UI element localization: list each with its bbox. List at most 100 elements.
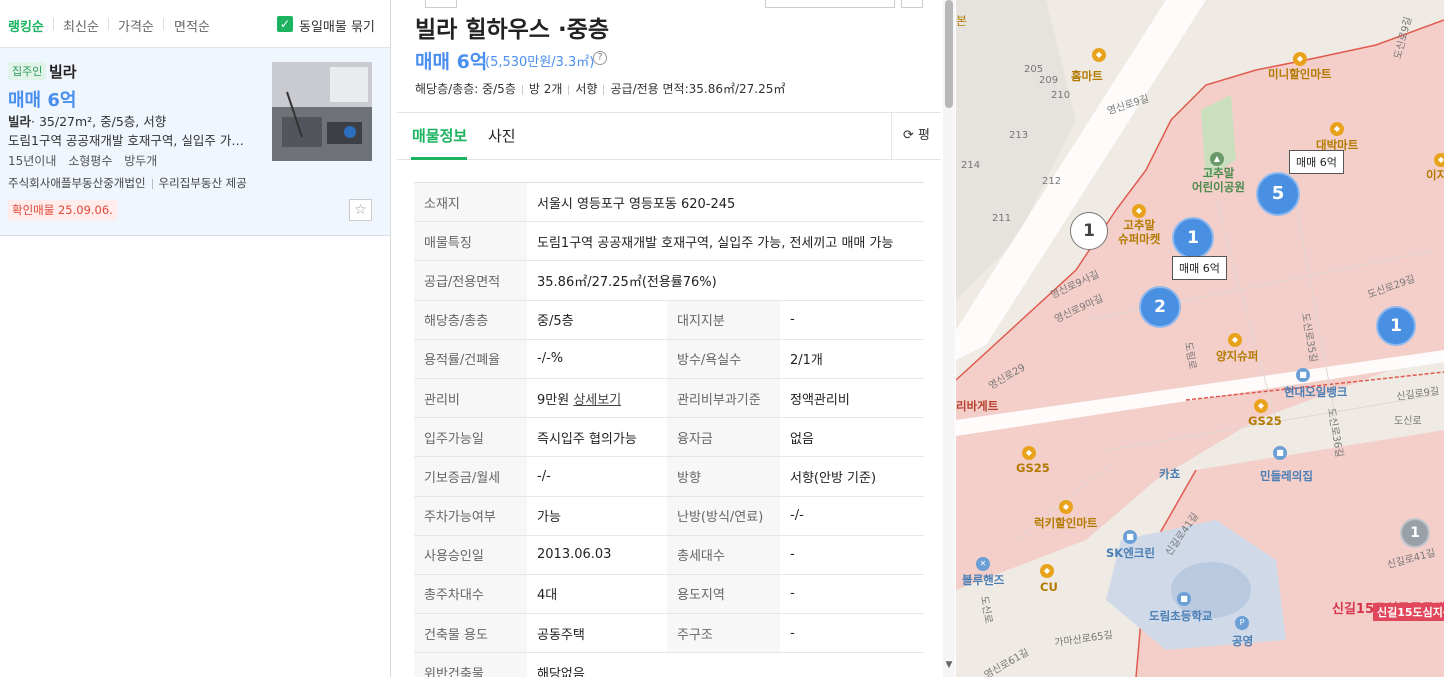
row-label: 총주차대수	[414, 574, 527, 615]
cluster-marker[interactable]: 1	[1070, 212, 1108, 250]
parking-pin-icon[interactable]: P	[1235, 616, 1249, 630]
cluster-marker[interactable]: 1	[1172, 217, 1214, 259]
gas-station-pin-icon[interactable]: ■	[1123, 530, 1137, 544]
listing-thumbnail[interactable]	[272, 62, 372, 161]
row-value: 2013.06.03	[527, 535, 667, 575]
poi-parking[interactable]: 공영	[1232, 633, 1253, 649]
confirmed-badge: 확인매물 25.09.06.	[8, 200, 117, 220]
poi-bluehands[interactable]: 블루핸즈	[962, 572, 1004, 588]
group-same-checkbox[interactable]: ✓	[277, 16, 293, 32]
poi-homart[interactable]: 홈마트	[1071, 68, 1103, 84]
row-label: 용도지역	[667, 574, 780, 615]
store-pin-icon[interactable]: ◆	[1293, 52, 1307, 66]
cluster-marker[interactable]: 5	[1256, 172, 1300, 216]
summary-rooms: 방 2개	[528, 82, 563, 96]
refresh-icon: ⟳	[902, 128, 914, 143]
row-label: 용적률/건폐율	[414, 339, 527, 379]
store-pin-icon[interactable]: ◆	[1330, 122, 1344, 136]
cluster-marker[interactable]: 1	[1376, 306, 1416, 346]
listing-card[interactable]: 집주인 빌라 매매 6억 빌라· 35/27m², 중/5층, 서향 도림1구역…	[0, 48, 390, 236]
store-pin-icon[interactable]: ◆	[1059, 500, 1073, 514]
poi-bibacket[interactable]: 리바게트	[956, 398, 998, 414]
map-corner-label: 본	[956, 14, 968, 28]
sort-ranking[interactable]: 랭킹순	[8, 16, 44, 35]
poi-ij[interactable]: 이지	[1426, 167, 1444, 183]
sort-price[interactable]: 가격순	[118, 16, 154, 35]
scroll-down-arrow-icon[interactable]: ▼	[943, 660, 955, 674]
store-pin-icon[interactable]: ◆	[1092, 48, 1106, 62]
table-row: 공급/전용면적 35.86㎡/27.25㎡(전용률76%)	[414, 260, 924, 301]
store-pin-icon[interactable]: ◆	[1228, 333, 1242, 347]
table-row: 건축물 용도 공동주택 주구조 -	[414, 613, 924, 654]
owner-badge: 집주인	[8, 62, 47, 80]
row-label: 방향	[667, 456, 780, 497]
poi-mini-mart[interactable]: 미니할인마트	[1268, 66, 1331, 82]
repair-pin-icon[interactable]: ✕	[976, 557, 990, 571]
table-row: 사용승인일 2013.06.03 총세대수 -	[414, 535, 924, 575]
row-label: 공급/전용면적	[414, 260, 527, 301]
divider	[108, 18, 109, 30]
poi-gochu-super[interactable]: 고추말 슈퍼마켓	[1118, 218, 1160, 246]
map-price-tag[interactable]: 매매 6억	[1172, 256, 1227, 280]
poi-gs25-b[interactable]: GS25	[1016, 461, 1050, 475]
detail-tabs: 매물정보 사진 ⟳ 평	[397, 112, 941, 160]
store-pin-icon[interactable]: ◆	[1040, 564, 1054, 578]
poi-park[interactable]: 고추말 어린이공원	[1192, 166, 1245, 194]
row-label: 관리비부과기준	[667, 378, 780, 419]
poi-yangji-super[interactable]: 양지슈퍼	[1216, 348, 1258, 364]
district-tag[interactable]: 신길15도심지구	[1373, 603, 1444, 621]
row-value: 없음	[780, 417, 924, 458]
listing-price: 매매 6억	[8, 90, 77, 111]
row-value: 9만원 상세보기	[527, 378, 667, 419]
store-pin-icon[interactable]: ◆	[1254, 399, 1268, 413]
store-pin-icon[interactable]: ◆	[1022, 446, 1036, 460]
row-value: 정액관리비	[780, 378, 924, 419]
row-value: 즉시입주 협의가능	[527, 417, 667, 458]
park-pin-icon[interactable]: ▲	[1210, 152, 1224, 166]
map-number: 214	[961, 160, 981, 171]
row-label: 관리비	[414, 378, 527, 419]
top-star-stub[interactable]	[901, 0, 923, 8]
poi-mindle[interactable]: 민들레의집	[1260, 468, 1313, 484]
gas-station-pin-icon[interactable]: ■	[1296, 368, 1310, 382]
tab-photos[interactable]: 사진	[488, 125, 516, 146]
poi-sk-enclean[interactable]: SK엔크린	[1106, 545, 1155, 561]
top-tab-stub	[425, 0, 457, 8]
unit-toggle-button[interactable]: ⟳ 평	[891, 113, 941, 159]
cluster-marker[interactable]: 1	[1400, 518, 1430, 548]
row-value: 해당없음	[527, 652, 924, 677]
row-value: -/-	[527, 456, 667, 497]
store-pin-icon[interactable]: ◆	[1434, 153, 1444, 167]
row-label: 총세대수	[667, 535, 780, 575]
favorite-star-button[interactable]: ☆	[349, 199, 372, 221]
tab-listing-info[interactable]: 매물정보	[412, 125, 467, 146]
sort-area[interactable]: 면적순	[174, 16, 210, 35]
building-pin-icon[interactable]: ■	[1273, 446, 1287, 460]
scrollbar-thumb[interactable]	[945, 0, 953, 108]
detail-summary: 해당층/총층: 중/5층 방 2개 서향 공급/전용 면적:35.86㎡/27.25㎡	[415, 80, 785, 97]
poi-cu[interactable]: CU	[1040, 580, 1058, 594]
school-pin-icon[interactable]: ■	[1177, 592, 1191, 606]
poi-lucky-mart[interactable]: 럭키할인마트	[1034, 515, 1097, 531]
poi-hyundai-oilbank[interactable]: 현대오일뱅크	[1284, 384, 1347, 400]
fee-detail-link[interactable]: 상세보기	[573, 393, 621, 408]
poi-kacho[interactable]: 카쵸	[1159, 466, 1180, 482]
poi-gs25-a[interactable]: GS25	[1248, 414, 1282, 428]
tag: 15년이내	[8, 154, 57, 168]
row-label: 주차가능여부	[414, 496, 527, 536]
map-number: 211	[992, 213, 1012, 224]
top-button-stub[interactable]	[765, 0, 895, 8]
row-label: 사용승인일	[414, 535, 527, 575]
poi-school[interactable]: 도림초등학교	[1149, 608, 1212, 624]
spec-details: · 35/27m², 중/5층, 서향	[31, 114, 167, 129]
sort-latest[interactable]: 최신순	[63, 16, 99, 35]
listing-spec: 빌라· 35/27m², 중/5층, 서향	[8, 111, 166, 130]
help-icon[interactable]: ?	[593, 51, 607, 65]
row-value: -/-%	[527, 339, 667, 379]
cluster-marker[interactable]: 2	[1139, 286, 1181, 328]
map-price-tag[interactable]: 매매 6억	[1289, 150, 1344, 174]
group-same-label[interactable]: 동일매물 묶기	[299, 16, 375, 35]
table-row: 기보증금/월세 -/- 방향 서향(안방 기준)	[414, 456, 924, 497]
map-view[interactable]: 205 209 210 213 214 212 211 본 ◆ 홈마트 ◆ 미니…	[956, 0, 1444, 677]
store-pin-icon[interactable]: ◆	[1132, 204, 1146, 218]
